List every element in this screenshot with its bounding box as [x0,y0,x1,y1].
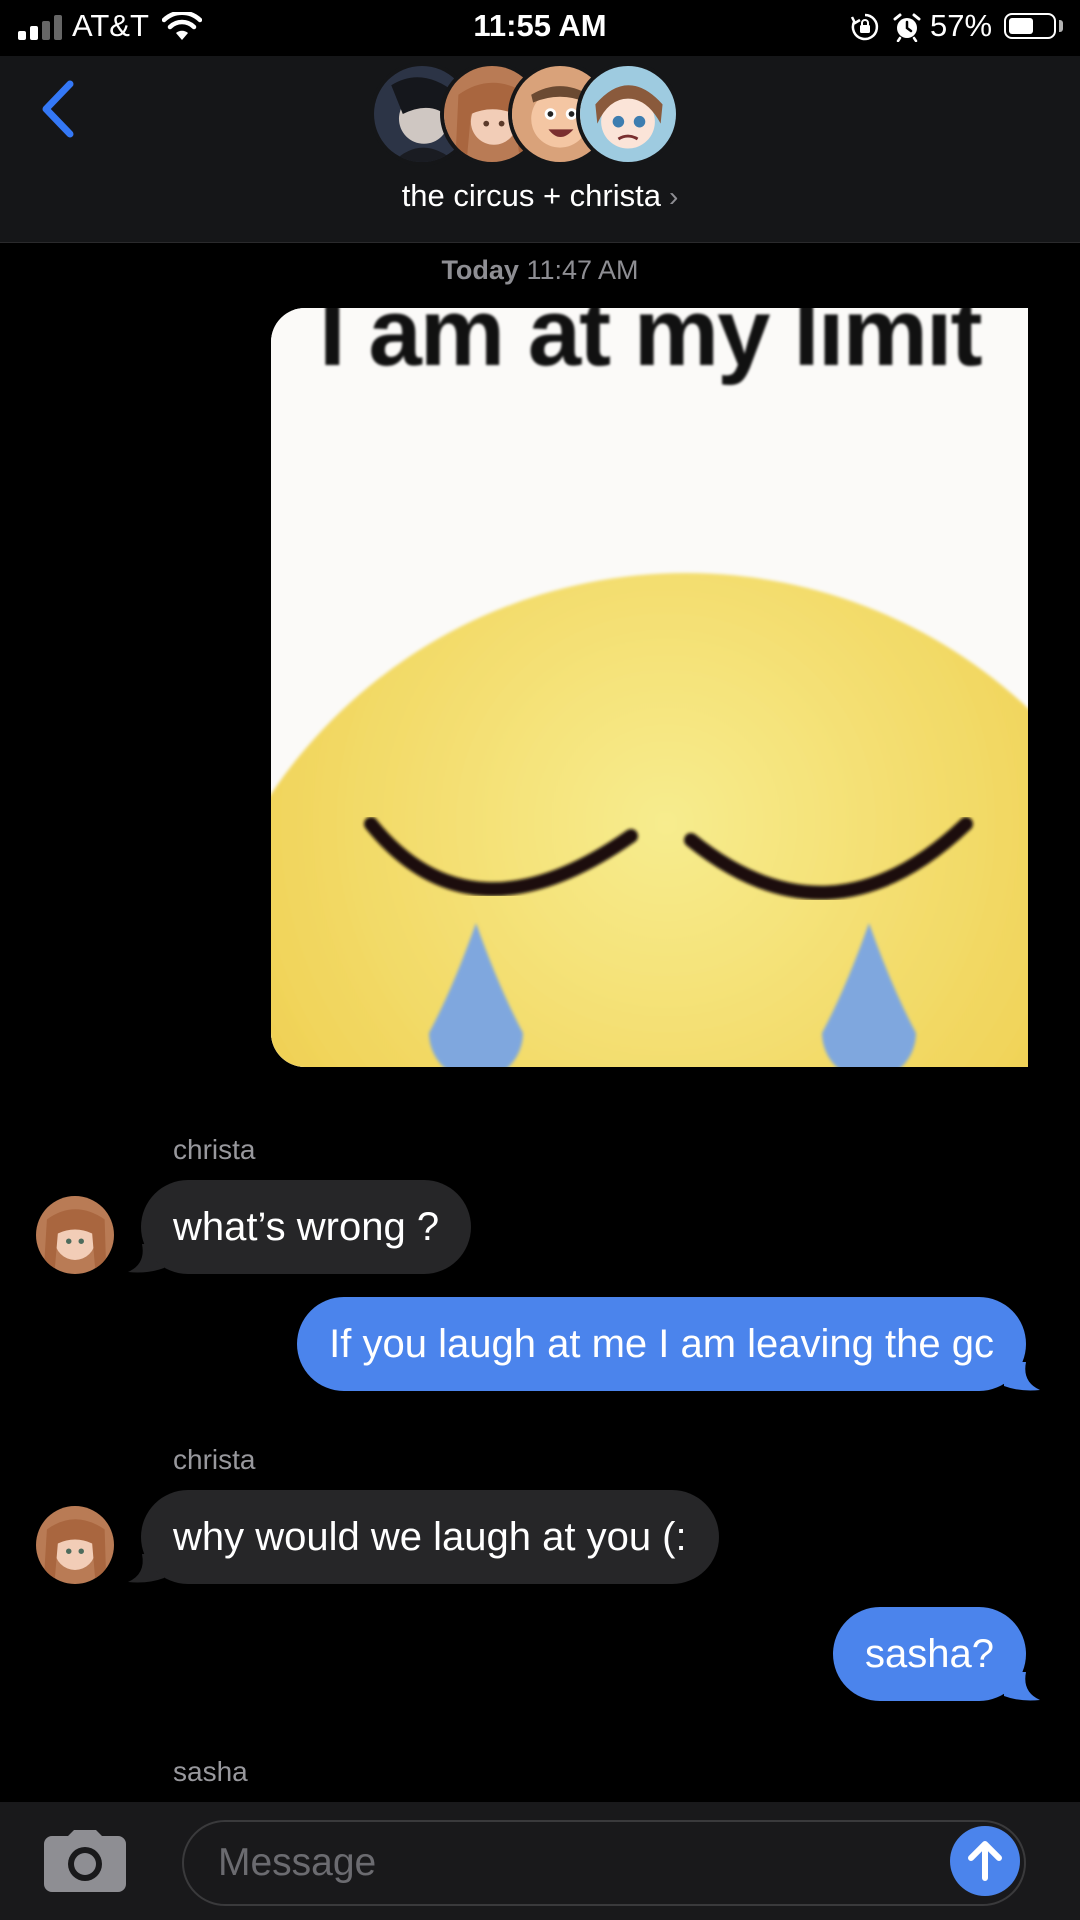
chevron-left-icon [42,80,74,138]
rotation-lock-icon [850,13,879,41]
member-avatar [576,62,680,166]
crying-face-emoji-image [271,308,1028,1067]
sender-name: christa [173,1134,256,1165]
incoming-message-bubble[interactable]: why would we laugh at you (: [141,1490,719,1584]
camera-button[interactable] [44,1830,126,1892]
battery-level [1009,18,1033,34]
sender-name: sasha [173,1756,248,1787]
sender-name: christa [173,1444,256,1475]
compose-bar [0,1802,1080,1920]
meme-caption: I am at my limit [319,308,983,386]
message-input[interactable] [182,1820,1026,1906]
outgoing-message-bubble[interactable]: If you laugh at me I am leaving the gc [297,1297,1026,1391]
image-message[interactable]: I am at my limit [271,308,1028,1067]
group-title[interactable]: the circus + christa › [0,178,1080,214]
sender-avatar[interactable] [36,1506,114,1584]
alarm-icon [893,13,921,42]
conversation-header: the circus + christa › [0,56,1080,243]
battery-percent: 57% [930,8,993,43]
arrow-up-icon [968,1841,1002,1881]
back-button[interactable] [34,74,84,144]
sender-avatar[interactable] [36,1196,114,1274]
outgoing-message-bubble[interactable]: sasha? [833,1607,1026,1701]
timestamp-day: Today [441,255,519,285]
battery-tip [1059,20,1063,32]
incoming-message-bubble[interactable]: what’s wrong ? [141,1180,472,1274]
send-button[interactable] [950,1826,1020,1896]
group-avatars[interactable] [370,62,710,172]
battery-icon [1004,13,1056,39]
chevron-right-icon: › [668,181,679,212]
group-name: the circus + christa [401,178,661,213]
timestamp-time: 11:47 AM [526,255,639,285]
camera-icon [44,1830,126,1892]
status-bar: AT&T 11:55 AM 57% [0,0,1080,56]
message-timestamp: Today 11:47 AM [0,255,1080,286]
